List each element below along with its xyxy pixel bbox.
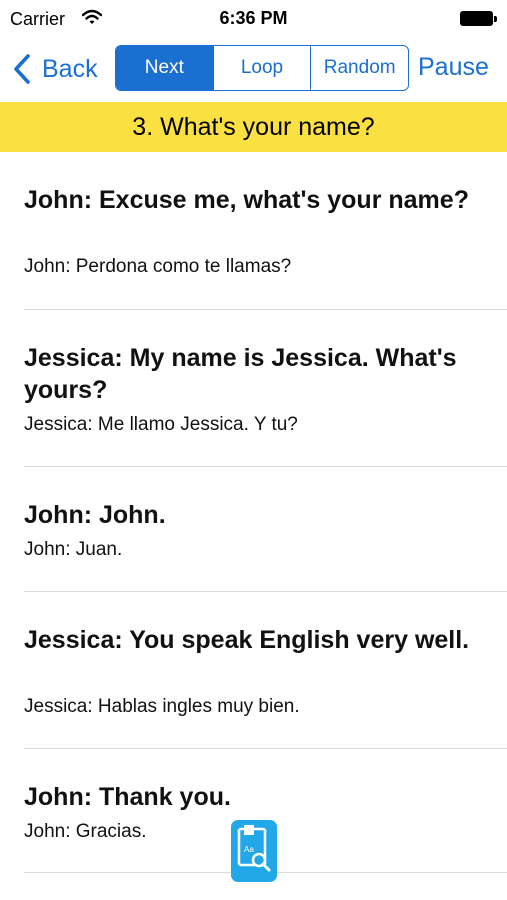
english-line: Jessica: My name is Jessica. What's your…: [24, 344, 457, 404]
dictionary-search-icon: Aa: [237, 825, 271, 872]
dialogue-row[interactable]: Jessica: You speak English very well. Je…: [0, 592, 507, 749]
english-line: John: John.: [24, 501, 166, 529]
segment-random[interactable]: Random: [310, 46, 408, 90]
status-time: 6:36 PM: [219, 8, 288, 28]
lesson-title-banner: 3. What's your name?: [0, 102, 507, 152]
spanish-line: John: Juan.: [24, 539, 123, 560]
battery-icon: [460, 11, 497, 26]
dialogue-list: John: Excuse me, what's your name? John:…: [0, 152, 507, 873]
dialogue-row[interactable]: John: John. John: Juan.: [0, 467, 507, 592]
playback-mode-control: Next Loop Random: [115, 45, 409, 91]
english-line: John: Excuse me, what's your name?: [24, 186, 469, 214]
dialogue-row[interactable]: John: Excuse me, what's your name? John:…: [0, 152, 507, 310]
pause-button[interactable]: Pause: [418, 53, 489, 82]
back-label: Back: [42, 54, 98, 83]
dialogue-row[interactable]: Jessica: My name is Jessica. What's your…: [0, 310, 507, 467]
navigation-bar: Back Next Loop Random Pause: [0, 38, 507, 102]
status-bar: Carrier 6:36 PM: [0, 0, 507, 38]
english-line: John: Thank you.: [24, 783, 231, 811]
segment-loop[interactable]: Loop: [212, 46, 311, 90]
spanish-line: Jessica: Me llamo Jessica. Y tu?: [24, 414, 298, 435]
chevron-left-icon: [14, 54, 30, 84]
english-line: Jessica: You speak English very well.: [24, 626, 470, 654]
spanish-line: John: Gracias.: [24, 821, 147, 842]
spanish-line: John: Perdona como te llamas?: [24, 256, 292, 277]
segment-next[interactable]: Next: [116, 46, 213, 90]
spanish-line: Jessica: Hablas ingles muy bien.: [24, 696, 300, 717]
dictionary-icon-text: Aa: [244, 845, 254, 854]
lesson-title: 3. What's your name?: [132, 112, 375, 141]
dictionary-button[interactable]: Aa: [231, 820, 277, 882]
back-button[interactable]: Back: [12, 51, 98, 87]
